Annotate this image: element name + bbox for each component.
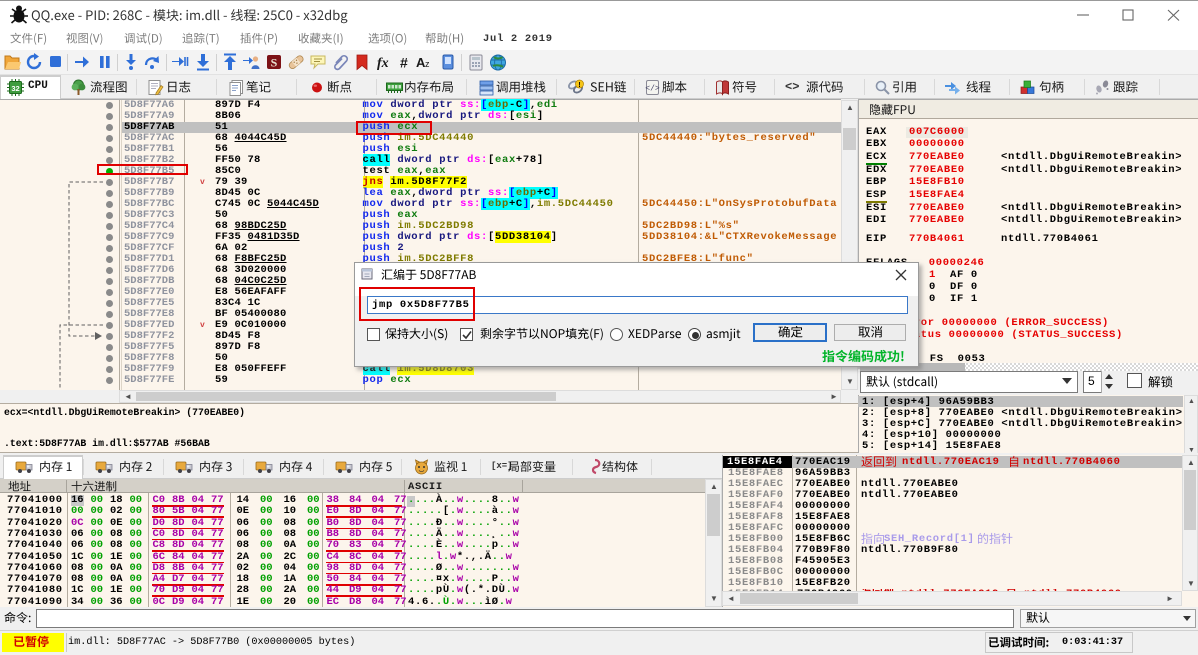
svg-text:S: S — [271, 56, 278, 70]
svg-text:z: z — [425, 59, 430, 69]
svg-text:#: # — [400, 55, 408, 71]
svg-text:fx: fx — [377, 56, 389, 71]
svg-text:32: 32 — [11, 84, 19, 93]
svg-text:!: ! — [578, 82, 580, 89]
svg-text:</>: </> — [645, 85, 660, 94]
